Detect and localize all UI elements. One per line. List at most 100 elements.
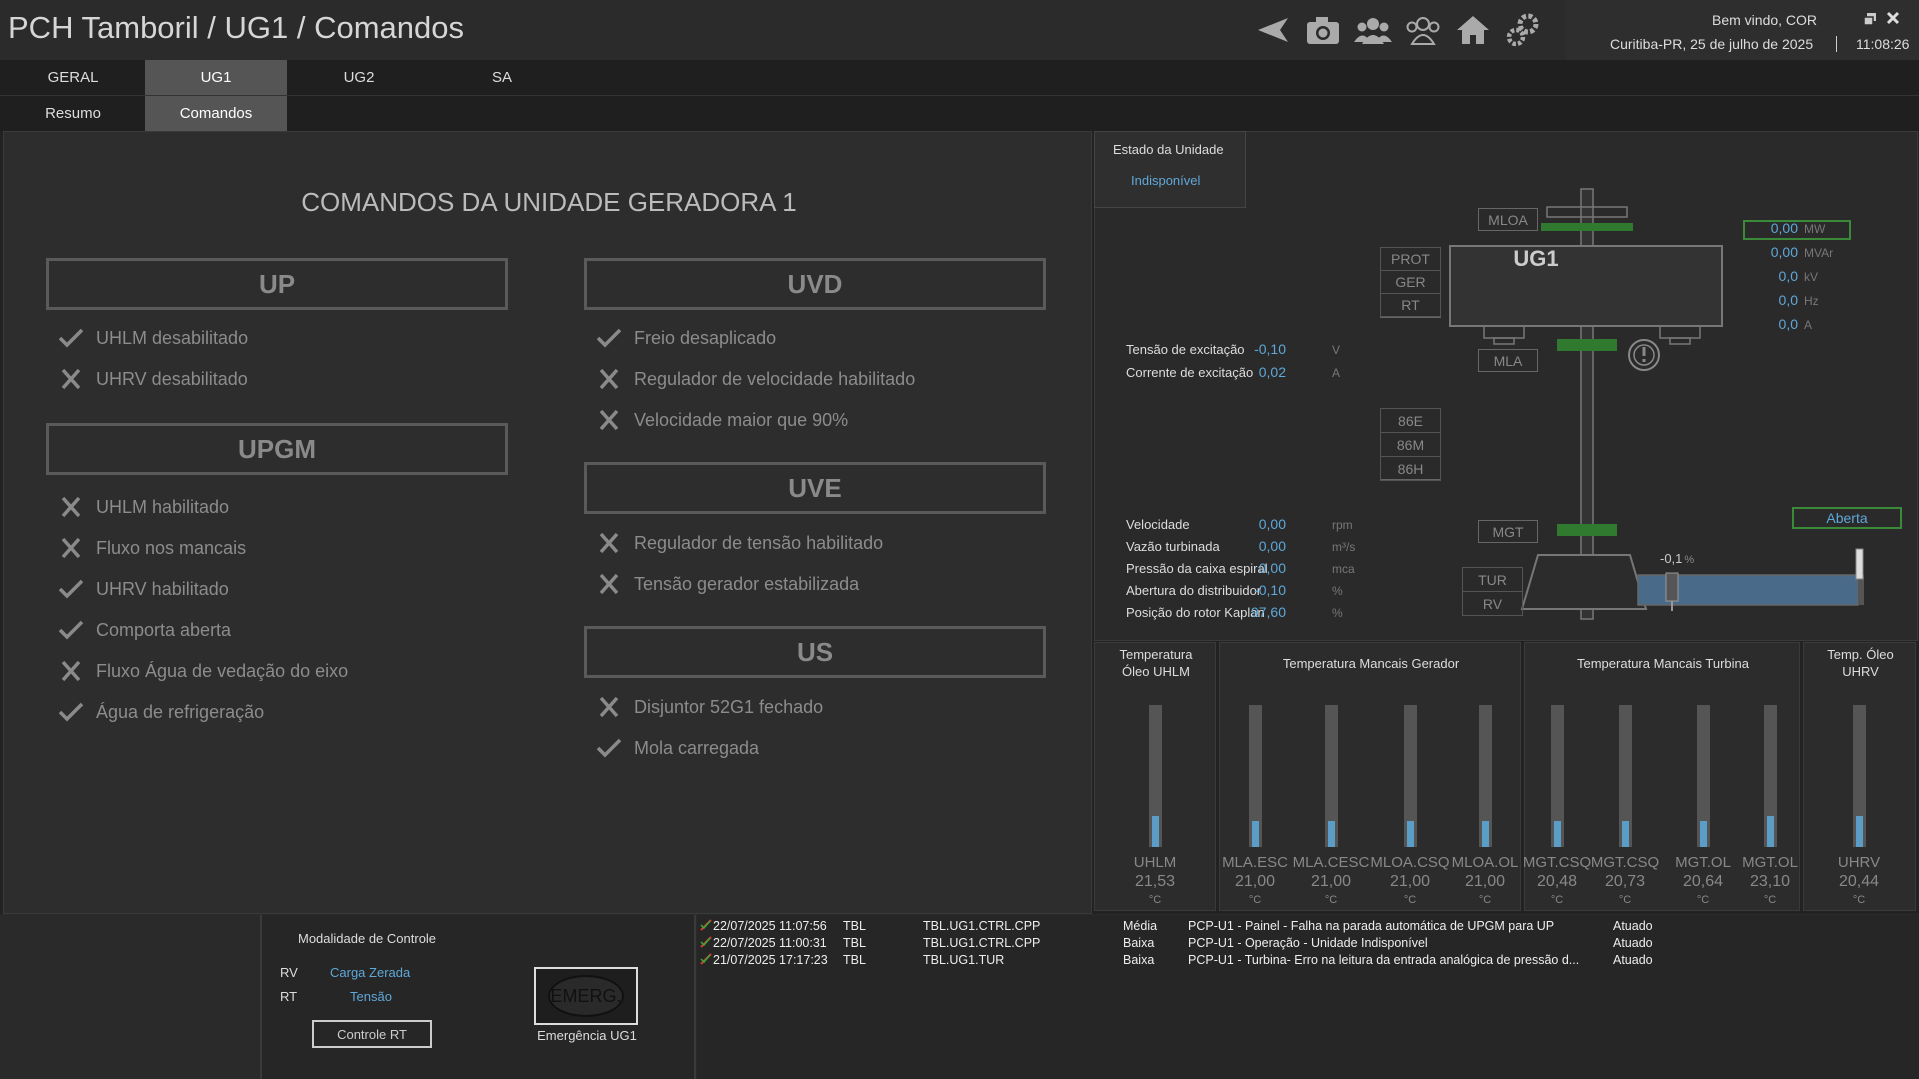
gate-opening-value: -0,1 (1660, 551, 1683, 566)
tag-mla[interactable]: MLA (1478, 349, 1538, 372)
unit-name: UG1 (1513, 246, 1559, 271)
reading-row: Posição do rotor Kaplan 97,60% (1126, 603, 1386, 623)
reading-unit: % (1332, 606, 1343, 620)
electrical-unit: MVAr (1804, 246, 1834, 260)
command-item-label: Regulador de tensão habilitado (634, 532, 884, 553)
reading-row: Abertura do distribuidor -0,10% (1126, 581, 1386, 601)
command-item-label: Regulador de velocidade habilitado (634, 368, 916, 389)
tag-rv[interactable]: RV (1462, 591, 1523, 616)
users-outline-icon[interactable] (1404, 12, 1442, 48)
temp-bar-fill (1252, 821, 1259, 847)
tag-tur[interactable]: TUR (1462, 567, 1523, 592)
control-mode-panel: Modalidade de Controle RV Carga Zerada R… (260, 915, 482, 1079)
temp-panel-uhlm: Temperatura Óleo UHLM UHLM 21,53 °C (1094, 642, 1216, 911)
alarm-ack-icon (700, 936, 712, 951)
tag-86e[interactable]: 86E (1380, 408, 1441, 433)
camera-icon[interactable] (1304, 12, 1342, 48)
temp-sensor-unit: °C (1618, 894, 1632, 906)
electrical-reading: 0,00 MW (1740, 219, 1860, 239)
restore-window-icon[interactable] (1862, 12, 1878, 26)
temp-bar-fill (1856, 816, 1863, 847)
tab-ug1[interactable]: UG1 (145, 60, 287, 95)
reading-value: -0,10 (1254, 341, 1286, 357)
temp-bar-fill (1554, 821, 1561, 847)
reading-row: Tensão de excitação -0,10 V (1126, 340, 1386, 360)
temp-sensor-value: 21,00 (1464, 873, 1506, 890)
temp-bar (1697, 705, 1710, 847)
gate-opening: -0,1% (1660, 551, 1694, 566)
tag-86m[interactable]: 86M (1380, 432, 1441, 457)
welcome-text: Bem vindo, COR (1712, 12, 1818, 28)
electrical-value: 0,0 (1778, 268, 1798, 284)
command-item: UHLM habilitado (58, 492, 348, 522)
reading-unit: m³/s (1332, 540, 1356, 554)
group-icon[interactable] (1354, 12, 1392, 48)
tag-mloa[interactable]: MLOA (1478, 208, 1538, 231)
command-item: Tensão gerador estabilizada (596, 569, 883, 599)
emergency-button[interactable]: EMERG. (534, 967, 638, 1025)
alarm-row[interactable]: 22/07/2025 11:07:56 TBL TBL.UG1.CTRL.CPP Mé… (697, 919, 1919, 936)
page-title: PCH Tamboril / UG1 / Comandos (8, 10, 464, 45)
tag-mgt[interactable]: MGT (1478, 520, 1538, 543)
close-icon[interactable] (1886, 11, 1900, 25)
control-rt-value: Tensão (350, 989, 392, 1004)
temp-sensor-value: 20,73 (1604, 873, 1646, 890)
tag-ger[interactable]: GER (1380, 270, 1441, 294)
temp-sensor-unit: °C (1324, 894, 1338, 906)
command-item-label: Fluxo nos mancais (96, 537, 247, 558)
group-up-items: UHLM desabilitado UHRV desabilitado (58, 323, 248, 405)
temp-sensor-unit: °C (1403, 894, 1417, 906)
protection-tags: PROT GER RT (1380, 247, 1441, 318)
alarm-datetime: 21/07/2025 17:17:23 (713, 953, 828, 967)
alarm-source: TBL (843, 919, 866, 933)
temp-panel-turbine: Temperatura Mancais Turbina MGT.CSQ 20,48 °… (1523, 642, 1800, 911)
electrical-value: 0,00 (1770, 244, 1798, 260)
gate-opening-unit: % (1684, 554, 1695, 566)
tab-resumo[interactable]: Resumo (2, 96, 144, 131)
command-item-label: Freio desaplicado (634, 327, 777, 348)
control-rt-button[interactable]: Controle RT (312, 1020, 432, 1048)
secondary-tabs: Resumo Comandos (0, 96, 1919, 131)
alarm-tag: TBL.UG1.TUR (923, 953, 1005, 967)
temp-sensor-value: 20,44 (1838, 873, 1880, 890)
electrical-unit: A (1804, 318, 1813, 332)
group-uve-items: Regulador de tensão habilitado Tensão ger… (596, 528, 883, 610)
reading-value: -0,10 (1254, 582, 1286, 598)
alarm-row[interactable]: 21/07/2025 17:17:23 TBL TBL.UG1.TUR Baixa PC… (697, 953, 1919, 970)
temp-sensor-value: 23,10 (1749, 873, 1791, 890)
check-icon (58, 328, 84, 348)
command-item-label: Tensão gerador estabilizada (634, 573, 860, 594)
alarm-list: 22/07/2025 11:07:56 TBL TBL.UG1.CTRL.CPP Mé… (697, 915, 1919, 1079)
alarm-priority: Baixa (1123, 953, 1155, 967)
tab-ug2[interactable]: UG2 (288, 60, 430, 95)
cross-icon (599, 532, 619, 554)
reading-label: Velocidade (1126, 517, 1190, 532)
temp-bar (1249, 705, 1262, 847)
reading-value: 0,00 (1258, 538, 1286, 554)
group-us-items: Disjuntor 52G1 fechado Mola carregada (596, 692, 823, 774)
home-icon[interactable] (1454, 12, 1492, 48)
reading-row: Velocidade 0,00 rpm (1126, 515, 1386, 535)
gate-status: Aberta (1792, 507, 1902, 529)
commands-panel: COMANDOS DA UNIDADE GERADORA 1 UP UHLM d… (3, 131, 1092, 914)
tag-rt[interactable]: RT (1380, 293, 1441, 317)
back-icon[interactable] (1254, 12, 1292, 48)
tag-86h[interactable]: 86H (1380, 456, 1441, 481)
temp-sensor-name: UHLM (1133, 854, 1177, 871)
alarm-message: PCP-U1 - Operação - Unidade Indisponível (1188, 936, 1428, 950)
temp-sensor-name: MLOA.OL (1451, 854, 1519, 871)
settings-icon[interactable] (1504, 12, 1542, 48)
tab-comandos[interactable]: Comandos (145, 96, 287, 131)
command-item: Regulador de tensão habilitado (596, 528, 883, 558)
tab-geral[interactable]: GERAL (2, 60, 144, 95)
cross-icon (599, 696, 619, 718)
reading-unit: % (1332, 584, 1343, 598)
lockout-tags: 86E 86M 86H (1380, 408, 1441, 481)
command-item: Disjuntor 52G1 fechado (596, 692, 823, 722)
alarm-row[interactable]: 22/07/2025 11:00:31 TBL TBL.UG1.CTRL.CPP Ba… (697, 936, 1919, 953)
reading-unit: mca (1332, 562, 1355, 576)
tab-sa[interactable]: SA (431, 60, 573, 95)
control-mode-title: Modalidade de Controle (298, 931, 437, 946)
reading-value: 97,60 (1250, 604, 1286, 620)
tag-prot[interactable]: PROT (1380, 247, 1441, 271)
